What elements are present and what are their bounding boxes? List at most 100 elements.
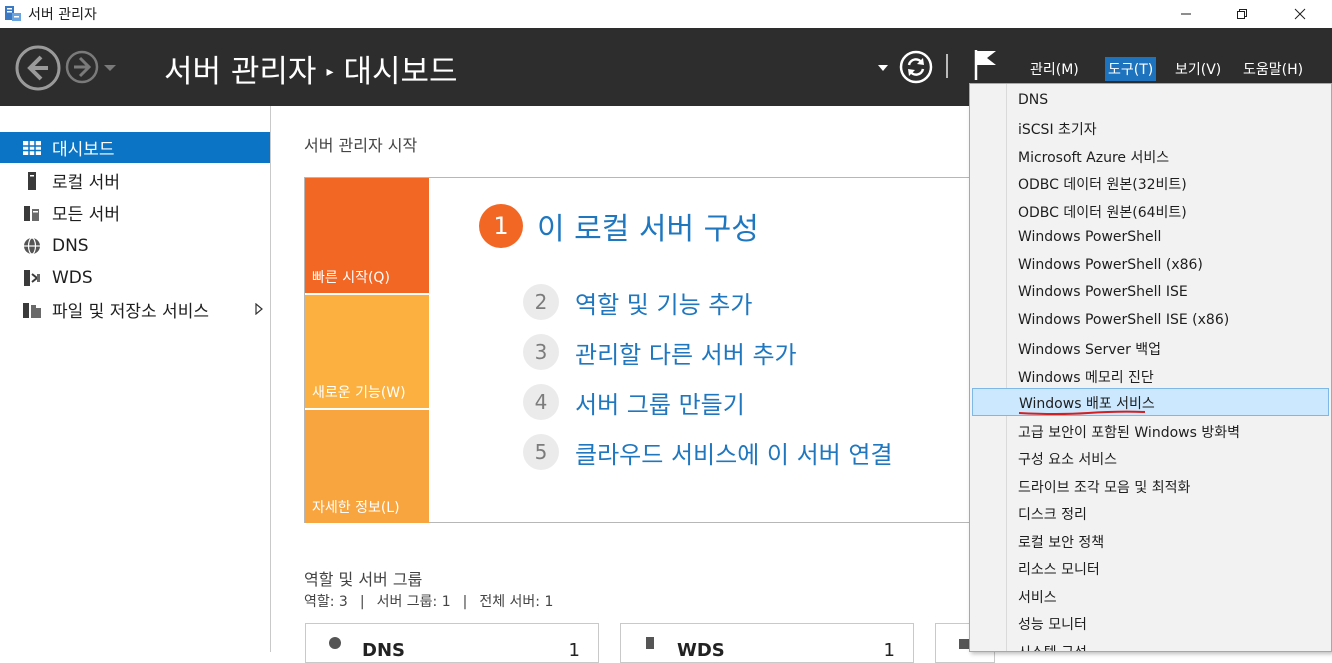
breadcrumb-root[interactable]: 서버 관리자	[164, 54, 316, 90]
role-card-wds[interactable]: WDS 1	[620, 623, 914, 663]
menu-item-performance-monitor[interactable]: 성능 모니터	[972, 610, 1329, 636]
breadcrumb: 서버 관리자 ▸ 대시보드	[164, 46, 458, 91]
step-link[interactable]: 관리할 다른 서버 추가	[575, 335, 797, 370]
sidebar-item-label: 모든 서버	[52, 205, 120, 225]
minimize-icon	[1181, 13, 1191, 15]
tile-learn-more[interactable]: 자세한 정보(L)	[305, 410, 429, 523]
menu-item-label: 리소스 모니터	[1018, 562, 1100, 578]
dropdown-caret-icon[interactable]	[877, 64, 889, 72]
back-arrow-icon[interactable]	[14, 44, 62, 92]
tile-label: 빠른 시작(Q)	[312, 270, 390, 286]
sidebar-item-dashboard[interactable]: 대시보드	[0, 132, 270, 163]
step-link[interactable]: 역할 및 기능 추가	[575, 285, 752, 320]
refresh-icon[interactable]	[899, 50, 933, 84]
menu-item-firewall-advanced[interactable]: 고급 보안이 포함된 Windows 방화벽	[972, 418, 1329, 444]
forward-arrow-icon[interactable]	[64, 49, 100, 85]
menu-item-powershell-x86[interactable]: Windows PowerShell (x86)	[972, 253, 1329, 279]
menu-item-defragment[interactable]: 드라이브 조각 모음 및 최적화	[972, 473, 1329, 499]
menu-item-label: 시스템 구성	[1018, 642, 1087, 651]
menu-item-system-configuration[interactable]: 시스템 구성	[972, 638, 1329, 651]
local-server-icon	[28, 171, 36, 190]
menu-item-label: 디스크 정리	[1018, 507, 1087, 523]
menu-item-label: Windows 메모리 진단	[1018, 370, 1154, 386]
history-dropdown-icon[interactable]	[103, 64, 117, 72]
file-storage-icon	[23, 302, 41, 318]
sidebar-item-local-server[interactable]: 로컬 서버	[0, 165, 270, 196]
role-card-dns[interactable]: DNS 1	[305, 623, 599, 663]
menu-tools[interactable]: 도구(T)	[1105, 57, 1157, 81]
menu-item-powershell-ise-x86[interactable]: Windows PowerShell ISE (x86)	[972, 308, 1329, 334]
menu-item-label: 서비스	[1018, 590, 1057, 606]
menu-item-powershell-ise[interactable]: Windows PowerShell ISE	[972, 280, 1329, 306]
menu-item-server-backup[interactable]: Windows Server 백업	[972, 335, 1329, 361]
menu-item-powershell[interactable]: Windows PowerShell	[972, 225, 1329, 251]
role-card-count: 1	[883, 640, 895, 661]
menu-item-memory-diagnostic[interactable]: Windows 메모리 진단	[972, 363, 1329, 389]
close-button[interactable]	[1277, 0, 1323, 28]
dns-icon	[329, 637, 341, 649]
step-create-group[interactable]: 4 서버 그룹 만들기	[523, 384, 745, 420]
step-link[interactable]: 이 로컬 서버 구성	[537, 204, 759, 248]
menu-item-resource-monitor[interactable]: 리소스 모니터	[972, 555, 1329, 581]
menu-help[interactable]: 도움말(H)	[1240, 57, 1306, 81]
sidebar-item-label: 대시보드	[52, 140, 115, 160]
step-number: 1	[479, 204, 523, 248]
menu-item-deployment-services[interactable]: Windows 배포 서비스	[972, 388, 1329, 416]
roles-count: 역할: 3	[304, 594, 348, 610]
menu-item-label: Windows Server 백업	[1018, 342, 1162, 358]
menu-item-label: iSCSI 초기자	[1018, 122, 1097, 138]
close-icon	[1294, 8, 1306, 20]
all-servers-icon	[24, 205, 39, 221]
sidebar-item-all-servers[interactable]: 모든 서버	[0, 197, 270, 228]
step-link[interactable]: 서버 그룹 만들기	[575, 385, 745, 420]
menu-item-component-services[interactable]: 구성 요소 서비스	[972, 445, 1329, 471]
server-groups-count: 서버 그룹: 1	[376, 594, 451, 610]
step-configure-local-server[interactable]: 1 이 로컬 서버 구성	[479, 204, 759, 248]
expand-arrow-icon[interactable]	[255, 303, 263, 315]
sidebar-item-label: 파일 및 저장소 서비스	[52, 302, 209, 322]
header-divider	[946, 54, 948, 78]
tile-quick-start[interactable]: 빠른 시작(Q)	[305, 178, 429, 293]
menu-item-odbc-32[interactable]: ODBC 데이터 원본(32비트)	[972, 170, 1329, 196]
step-add-roles[interactable]: 2 역할 및 기능 추가	[523, 284, 752, 320]
annotation-underline	[1018, 410, 1146, 415]
menu-item-label: Microsoft Azure 서비스	[1018, 150, 1170, 166]
title-bar: 서버 관리자	[0, 0, 1332, 28]
tile-whats-new[interactable]: 새로운 기능(W)	[305, 295, 429, 408]
step-link[interactable]: 클라우드 서비스에 이 서버 연결	[575, 435, 893, 470]
notifications-flag-icon[interactable]	[973, 48, 999, 82]
menu-item-services[interactable]: 서비스	[972, 583, 1329, 609]
roles-summary: 역할: 3 | 서버 그룹: 1 | 전체 서버: 1	[304, 594, 554, 610]
sidebar-item-label: 로컬 서버	[52, 173, 120, 193]
step-connect-cloud[interactable]: 5 클라우드 서비스에 이 서버 연결	[523, 434, 893, 470]
sidebar-item-file-storage[interactable]: 파일 및 저장소 서비스	[0, 294, 270, 325]
tools-dropdown-menu: DNS iSCSI 초기자 Microsoft Azure 서비스 ODBC 데…	[969, 83, 1332, 652]
maximize-button[interactable]	[1219, 0, 1265, 28]
menu-item-iscsi-initiator[interactable]: iSCSI 초기자	[972, 115, 1329, 141]
window-title: 서버 관리자	[28, 7, 97, 23]
wds-icon	[24, 269, 40, 286]
menu-manage[interactable]: 관리(M)	[1027, 57, 1082, 81]
sidebar-item-label: DNS	[52, 235, 89, 256]
menu-item-local-security-policy[interactable]: 로컬 보안 정책	[972, 528, 1329, 554]
sidebar-item-wds[interactable]: WDS	[0, 262, 270, 293]
server-manager-app-icon	[5, 6, 21, 21]
menu-item-odbc-64[interactable]: ODBC 데이터 원본(64비트)	[972, 198, 1329, 224]
sidebar: 대시보드 로컬 서버 모든 서버 DNS WDS 파일 및 저장소 서비스	[0, 106, 271, 652]
menu-view[interactable]: 보기(V)	[1172, 57, 1224, 81]
menu-item-dns[interactable]: DNS	[972, 88, 1329, 114]
menu-item-label: DNS	[1018, 92, 1049, 108]
dashboard-icon	[23, 140, 41, 155]
sidebar-item-dns[interactable]: DNS	[0, 230, 270, 261]
step-add-servers[interactable]: 3 관리할 다른 서버 추가	[523, 334, 797, 370]
menu-item-azure-services[interactable]: Microsoft Azure 서비스	[972, 143, 1329, 169]
menu-item-disk-cleanup[interactable]: 디스크 정리	[972, 500, 1329, 526]
welcome-panel: 빠른 시작(Q) 새로운 기능(W) 자세한 정보(L) 1 이 로컬 서버 구…	[304, 177, 1004, 523]
minimize-button[interactable]	[1163, 0, 1209, 28]
menu-item-label: 로컬 보안 정책	[1018, 535, 1105, 551]
welcome-title: 서버 관리자 시작	[304, 136, 418, 155]
role-card-name: DNS	[362, 640, 405, 661]
roles-section-title: 역할 및 서버 그룹	[304, 570, 423, 589]
restore-icon	[1237, 9, 1247, 19]
menu-item-label: Windows PowerShell ISE (x86)	[1018, 312, 1230, 328]
